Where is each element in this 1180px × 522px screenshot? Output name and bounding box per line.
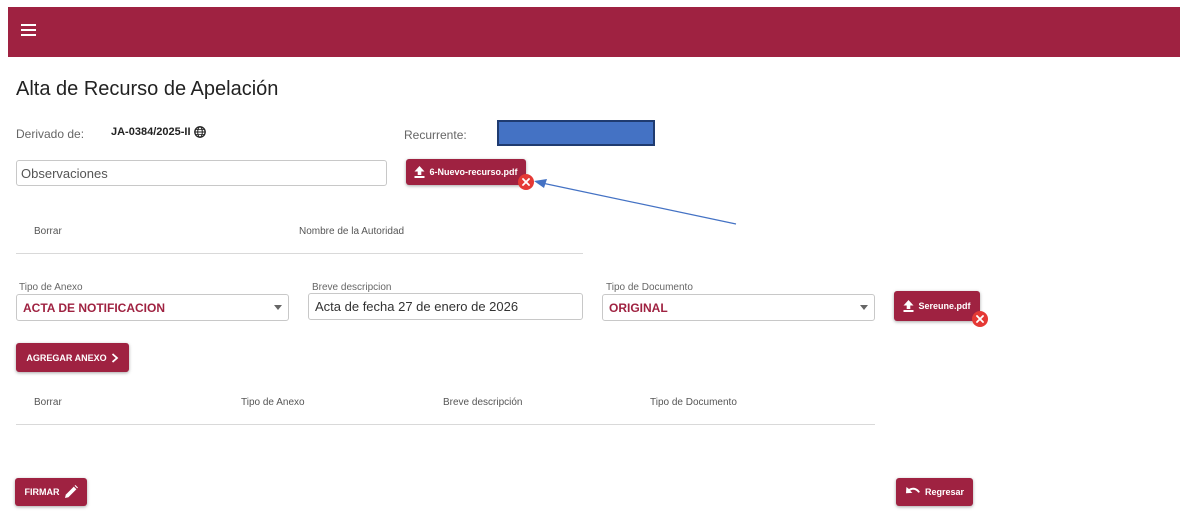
col-borrar: Borrar <box>34 226 62 237</box>
tipo-documento-value: ORIGINAL <box>609 300 668 315</box>
derivado-label: Derivado de: <box>16 127 85 141</box>
regresar-button[interactable]: Regresar <box>896 478 973 506</box>
firmar-label: FIRMAR <box>24 487 60 497</box>
recurrente-label: Recurrente: <box>404 128 467 142</box>
upload-icon <box>414 166 425 178</box>
agregar-anexo-button[interactable]: AGREGAR ANEXO <box>16 343 129 372</box>
firmar-button[interactable]: FIRMAR <box>15 478 87 506</box>
observaciones-input[interactable] <box>16 160 387 186</box>
recurso-file-button[interactable]: 6-Nuevo-recurso.pdf <box>406 159 526 185</box>
derivado-code: JA-0384/2025-II <box>111 126 191 138</box>
undo-icon <box>905 487 920 494</box>
tipo-anexo-value: ACTA DE NOTIFICACION <box>23 300 165 315</box>
tipo-anexo-select[interactable]: ACTA DE NOTIFICACION <box>16 294 289 321</box>
globe-icon[interactable] <box>193 126 206 138</box>
chevron-right-icon <box>111 352 118 363</box>
derivado-value: JA-0384/2025-II <box>111 126 206 138</box>
dropdown-caret-icon <box>274 305 282 310</box>
col-nombre-autoridad: Nombre de la Autoridad <box>299 226 405 237</box>
recurrente-value-redacted <box>497 120 655 146</box>
col-borrar: Borrar <box>34 397 62 408</box>
top-app-bar <box>8 7 1180 57</box>
annotation-arrow <box>534 179 737 225</box>
anexo-file-name: Sereune.pdf <box>918 301 971 311</box>
pencil-icon <box>64 485 78 498</box>
agregar-anexo-label: AGREGAR ANEXO <box>26 352 107 363</box>
remove-x-icon[interactable] <box>972 311 988 327</box>
tipo-anexo-label: Tipo de Anexo <box>19 282 83 293</box>
autoridad-table-divider <box>16 253 583 254</box>
hamburger-menu-icon[interactable] <box>21 24 36 36</box>
anexo-file-button[interactable]: Sereune.pdf <box>894 291 980 321</box>
breve-descripcion-label: Breve descripcion <box>312 282 392 293</box>
recurso-file-name: 6-Nuevo-recurso.pdf <box>429 167 518 177</box>
header-banner-strip <box>8 56 1180 62</box>
tipo-documento-label: Tipo de Documento <box>606 282 693 293</box>
col-tipo-documento: Tipo de Documento <box>650 397 737 408</box>
regresar-label: Regresar <box>924 487 965 497</box>
dropdown-caret-icon <box>860 305 868 310</box>
col-breve-descripcion: Breve descripción <box>443 397 523 408</box>
anexos-table-divider <box>16 424 875 425</box>
page-title: Alta de Recurso de Apelación <box>16 78 279 100</box>
breve-descripcion-input[interactable]: Acta de fecha 27 de enero de 2026 <box>308 293 583 320</box>
col-tipo-anexo: Tipo de Anexo <box>241 397 305 408</box>
upload-icon <box>903 300 914 312</box>
tipo-documento-select[interactable]: ORIGINAL <box>602 294 875 321</box>
